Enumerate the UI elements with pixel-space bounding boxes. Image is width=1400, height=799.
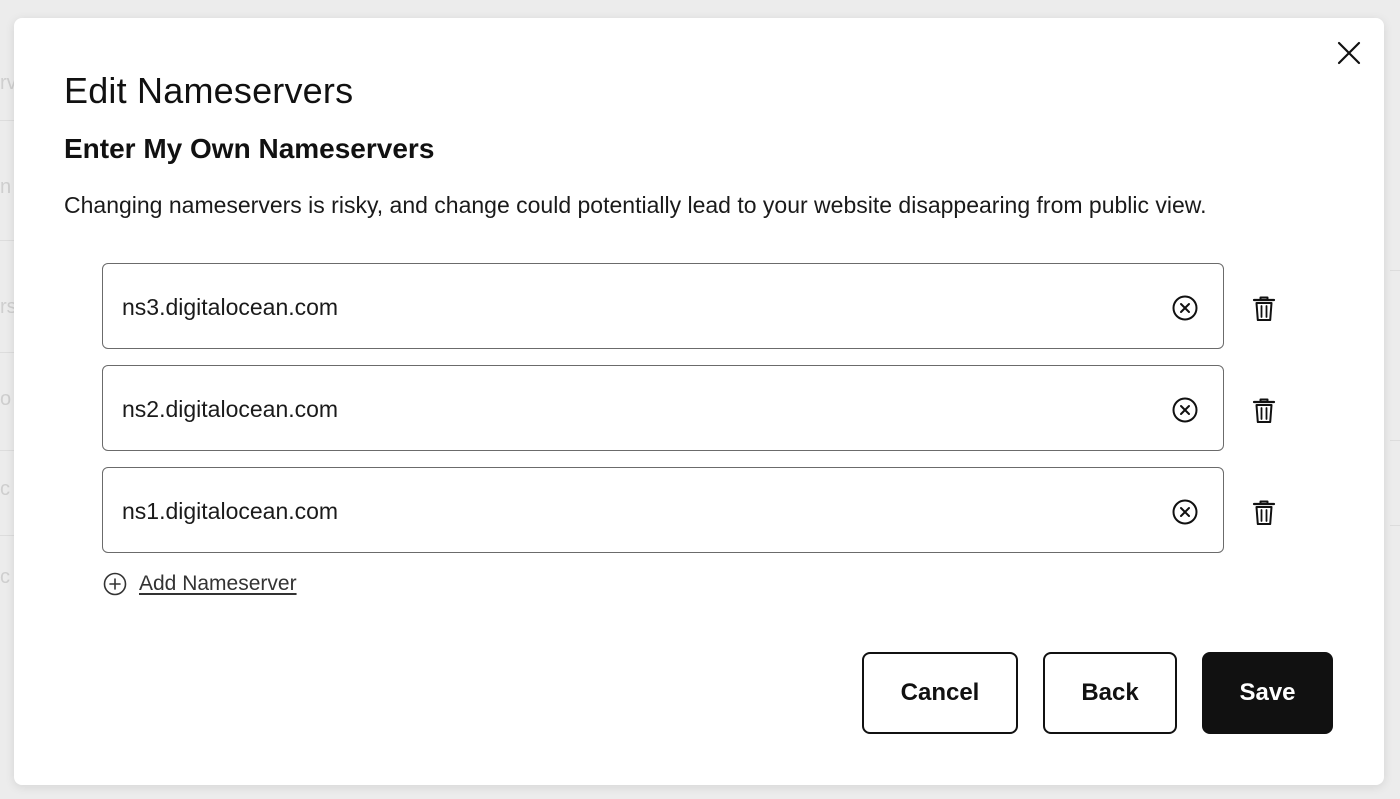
backdrop-fragment: rv (0, 72, 14, 94)
close-icon (1337, 41, 1361, 65)
backdrop-divider (0, 450, 14, 451)
backdrop-divider (0, 535, 14, 536)
trash-icon[interactable] (1252, 499, 1276, 527)
nameserver-field[interactable] (102, 467, 1224, 553)
nameserver-input[interactable] (122, 390, 1122, 428)
backdrop-divider (1390, 525, 1400, 526)
edit-nameservers-dialog: Edit Nameservers Enter My Own Nameserver… (14, 18, 1384, 785)
nameserver-input[interactable] (122, 288, 1122, 326)
back-button[interactable]: Back (1043, 652, 1177, 734)
nameserver-input[interactable] (122, 492, 1122, 530)
nameserver-row (102, 263, 1292, 353)
backdrop-divider (0, 120, 14, 121)
plus-circle-icon (103, 572, 127, 596)
backdrop-divider (1390, 440, 1400, 441)
clear-circle-x-icon[interactable] (1171, 498, 1199, 526)
backdrop-fragment: n (0, 176, 12, 198)
clear-circle-x-icon[interactable] (1171, 294, 1199, 322)
add-nameserver-link[interactable]: Add Nameserver (103, 570, 297, 598)
warning-description: Changing nameservers is risky, and chang… (64, 192, 1207, 218)
backdrop-fragment: c (0, 566, 10, 588)
backdrop-fragment: c (0, 478, 10, 500)
trash-icon[interactable] (1252, 397, 1276, 425)
backdrop-divider (1390, 270, 1400, 271)
nameserver-field[interactable] (102, 365, 1224, 451)
add-nameserver-label: Add Nameserver (139, 572, 297, 595)
dialog-title: Edit Nameservers (64, 70, 354, 111)
section-heading: Enter My Own Nameservers (64, 133, 435, 164)
cancel-button[interactable]: Cancel (862, 652, 1018, 734)
backdrop-divider (0, 352, 14, 353)
backdrop-fragment: o (0, 388, 12, 410)
nameserver-row (102, 365, 1292, 455)
backdrop-fragment: rs (0, 296, 14, 318)
clear-circle-x-icon[interactable] (1171, 396, 1199, 424)
nameserver-field[interactable] (102, 263, 1224, 349)
nameserver-row (102, 467, 1292, 557)
trash-icon[interactable] (1252, 295, 1276, 323)
close-button[interactable] (1336, 40, 1362, 66)
save-button[interactable]: Save (1202, 652, 1333, 734)
backdrop-divider (0, 240, 14, 241)
